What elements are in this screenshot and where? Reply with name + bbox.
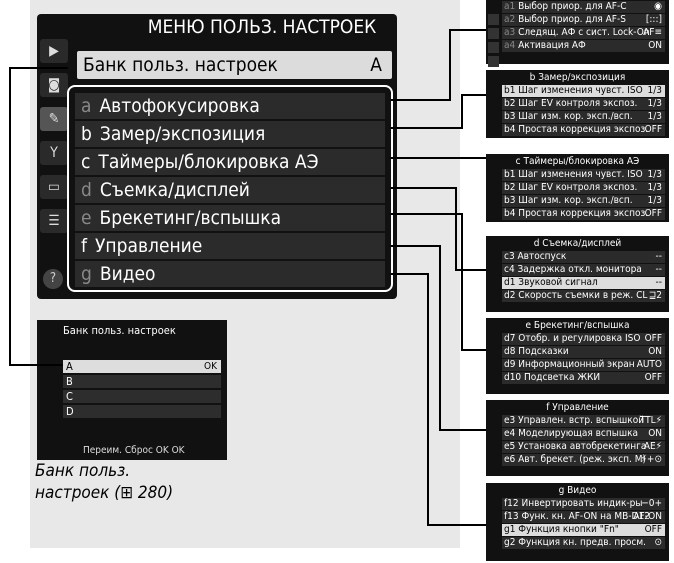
connector-a	[391, 29, 486, 101]
connector-lines	[9, 29, 486, 526]
connector-e	[391, 213, 486, 351]
connector-bank	[9, 67, 68, 366]
connector-d	[391, 187, 486, 271]
connector-g	[391, 273, 486, 526]
